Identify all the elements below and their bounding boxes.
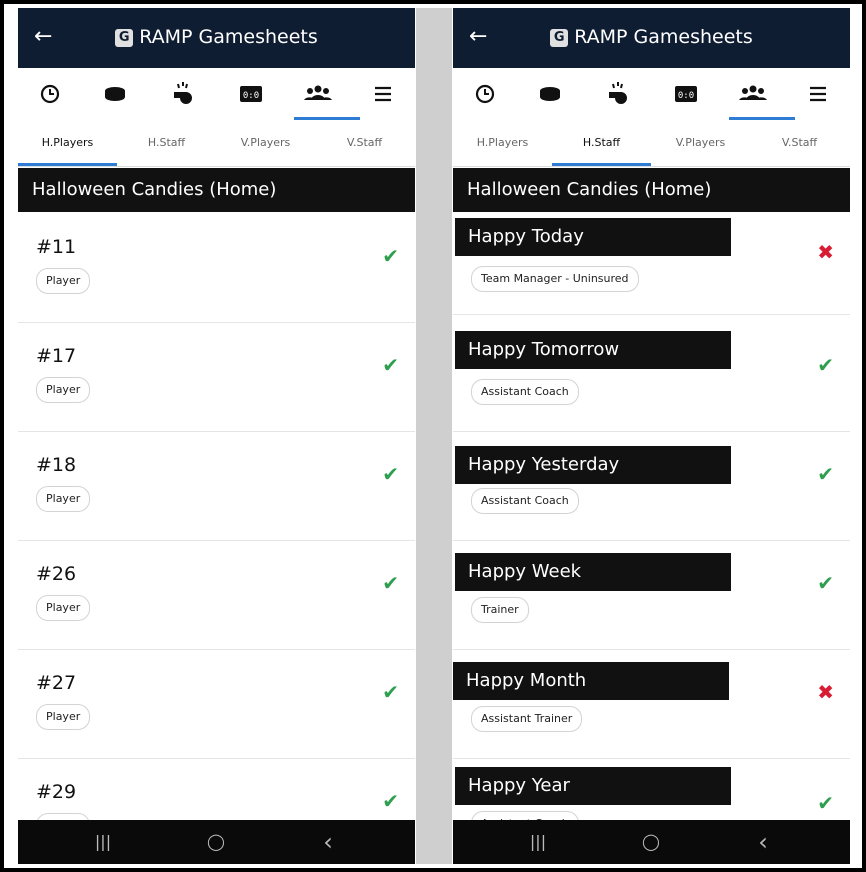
- player-number: #11: [36, 236, 77, 258]
- clock-icon[interactable]: [22, 68, 78, 120]
- staff-name: Happy Week: [455, 553, 731, 591]
- roster-tabs: H.Players H.Staff V.Players V.Staff: [453, 120, 850, 167]
- check-icon: ✔: [817, 791, 834, 815]
- tab-visitor-players[interactable]: V.Players: [216, 120, 315, 166]
- check-icon: ✔: [382, 353, 399, 377]
- player-number: #29: [36, 781, 77, 803]
- role-chip: Player: [36, 813, 91, 820]
- staff-name: Happy Yesterday: [455, 446, 731, 484]
- role-chip: Trainer: [471, 597, 529, 623]
- role-chip: Player: [36, 704, 91, 730]
- check-icon: ✔: [382, 462, 399, 486]
- phone-screen-players: ← G RAMP Gamesheets 0:0 H.Players H.Staff…: [18, 8, 415, 864]
- recent-apps-icon[interactable]: |||: [498, 820, 578, 864]
- recent-apps-icon[interactable]: |||: [63, 820, 143, 864]
- menu-icon[interactable]: [355, 68, 411, 120]
- error-x-icon: ✖: [817, 240, 834, 264]
- tab-visitor-staff[interactable]: V.Staff: [315, 120, 414, 166]
- check-icon: ✔: [817, 353, 834, 377]
- scoreboard-icon[interactable]: 0:0: [223, 68, 279, 120]
- check-icon: ✔: [382, 244, 399, 268]
- app-title: G RAMP Gamesheets: [18, 24, 415, 50]
- staff-list: Happy Today Team Manager - Uninsured ✖ H…: [453, 214, 850, 820]
- list-item[interactable]: Happy Today Team Manager - Uninsured ✖: [453, 214, 850, 315]
- list-item[interactable]: Happy Yesterday Assistant Coach ✔: [453, 432, 850, 541]
- error-x-icon: ✖: [817, 680, 834, 704]
- tab-home-staff[interactable]: H.Staff: [552, 120, 651, 166]
- tab-home-players[interactable]: H.Players: [18, 120, 117, 166]
- list-item[interactable]: #27 Player ✔: [18, 650, 415, 759]
- role-chip: Player: [36, 268, 91, 294]
- check-icon: ✔: [382, 680, 399, 704]
- staff-name: Happy Month: [453, 662, 729, 700]
- list-item[interactable]: #26 Player ✔: [18, 541, 415, 650]
- player-number: #27: [36, 672, 77, 694]
- panel-divider: [416, 8, 452, 864]
- list-item[interactable]: #17 Player ✔: [18, 323, 415, 432]
- puck-icon[interactable]: [522, 68, 578, 120]
- check-icon: ✔: [817, 462, 834, 486]
- ramp-logo-icon: G: [550, 29, 569, 47]
- player-list: #11 Player ✔ #17 Player ✔ #18 Player ✔ #…: [18, 214, 415, 820]
- whistle-icon[interactable]: [589, 68, 645, 120]
- app-bar: ← G RAMP Gamesheets: [18, 8, 415, 68]
- player-number: #18: [36, 454, 77, 476]
- team-icon[interactable]: [290, 68, 360, 120]
- tab-home-players[interactable]: H.Players: [453, 120, 552, 166]
- role-chip: Player: [36, 595, 91, 621]
- team-icon[interactable]: [725, 68, 795, 120]
- tab-home-staff[interactable]: H.Staff: [117, 120, 216, 166]
- list-item[interactable]: Happy Year Assistant Coach ✔: [453, 759, 850, 820]
- system-nav-bar: ||| ◯ ‹: [453, 820, 850, 864]
- scoreboard-icon[interactable]: 0:0: [658, 68, 714, 120]
- role-chip: Assistant Coach: [471, 488, 579, 514]
- tab-visitor-players[interactable]: V.Players: [651, 120, 750, 166]
- home-icon[interactable]: ◯: [176, 820, 256, 864]
- list-item[interactable]: Happy Tomorrow Assistant Coach ✔: [453, 323, 850, 432]
- puck-icon[interactable]: [87, 68, 143, 120]
- role-chip: Player: [36, 486, 91, 512]
- section-icon-bar: 0:0: [18, 68, 415, 120]
- list-item[interactable]: #11 Player ✔: [18, 214, 415, 323]
- svg-text:0:0: 0:0: [243, 91, 259, 101]
- staff-name: Happy Today: [455, 218, 731, 256]
- check-icon: ✔: [817, 571, 834, 595]
- menu-icon[interactable]: [790, 68, 846, 120]
- staff-name: Happy Tomorrow: [455, 331, 731, 369]
- list-item[interactable]: Happy Week Trainer ✔: [453, 541, 850, 650]
- app-bar: ← G RAMP Gamesheets: [453, 8, 850, 68]
- role-chip: Assistant Coach: [471, 811, 579, 820]
- tab-visitor-staff[interactable]: V.Staff: [750, 120, 849, 166]
- ramp-logo-icon: G: [115, 29, 134, 47]
- team-header: Halloween Candies (Home): [453, 168, 850, 212]
- list-item[interactable]: Happy Month Assistant Trainer ✖: [453, 650, 850, 759]
- team-header: Halloween Candies (Home): [18, 168, 415, 212]
- player-number: #17: [36, 345, 77, 367]
- nav-back-icon[interactable]: ‹: [288, 820, 368, 864]
- phone-screen-staff: ← G RAMP Gamesheets 0:0 H.Players H.Staff…: [453, 8, 850, 864]
- app-title-text: RAMP Gamesheets: [139, 26, 318, 48]
- role-chip: Assistant Trainer: [471, 706, 583, 732]
- role-chip: Player: [36, 377, 91, 403]
- roster-tabs: H.Players H.Staff V.Players V.Staff: [18, 120, 415, 167]
- check-icon: ✔: [382, 789, 399, 813]
- staff-name: Happy Year: [455, 767, 731, 805]
- app-title: G RAMP Gamesheets: [453, 24, 850, 50]
- role-chip: Team Manager - Uninsured: [471, 266, 639, 292]
- check-icon: ✔: [382, 571, 399, 595]
- nav-back-icon[interactable]: ‹: [723, 820, 803, 864]
- section-icon-bar: 0:0: [453, 68, 850, 120]
- role-chip: Assistant Coach: [471, 379, 579, 405]
- list-item[interactable]: #18 Player ✔: [18, 432, 415, 541]
- home-icon[interactable]: ◯: [611, 820, 691, 864]
- svg-text:0:0: 0:0: [678, 91, 694, 101]
- clock-icon[interactable]: [457, 68, 513, 120]
- player-number: #26: [36, 563, 77, 585]
- app-title-text: RAMP Gamesheets: [574, 26, 753, 48]
- system-nav-bar: ||| ◯ ‹: [18, 820, 415, 864]
- list-item[interactable]: #29 Player ✔: [18, 759, 415, 820]
- whistle-icon[interactable]: [154, 68, 210, 120]
